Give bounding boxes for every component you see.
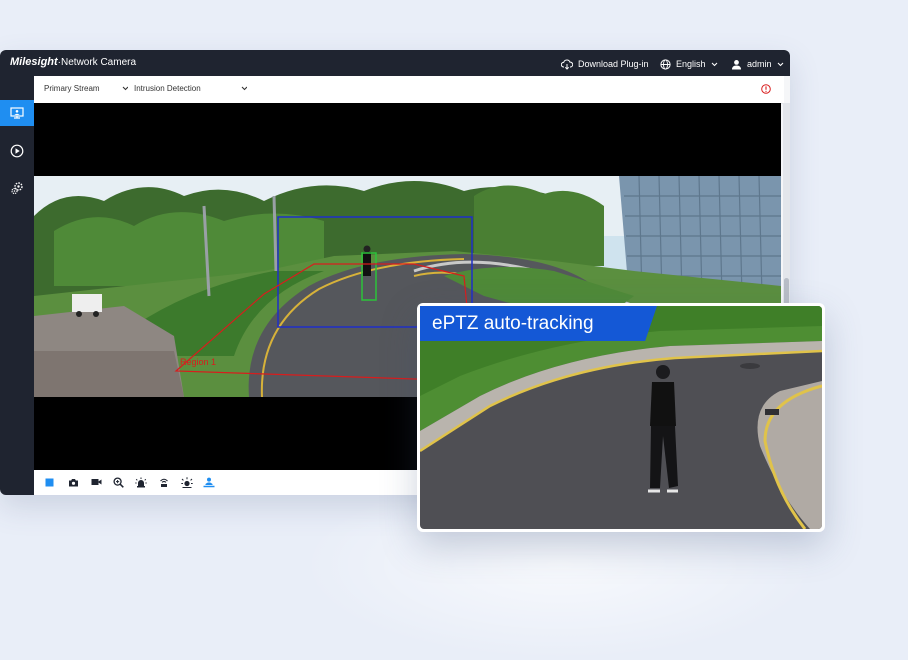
download-plugin-button[interactable]: Download Plug-in	[561, 57, 649, 71]
view-toolbar: Primary Stream Intrusion Detection	[34, 76, 784, 104]
zoom-button[interactable]	[111, 475, 125, 489]
chevron-down-icon	[711, 62, 717, 66]
stream-select[interactable]: Primary Stream	[44, 84, 128, 93]
sidebar-item-playback[interactable]	[0, 138, 34, 164]
brand-logo: Milesight	[10, 56, 58, 68]
stop-button[interactable]	[42, 475, 56, 489]
light-icon	[181, 476, 193, 488]
ir-light-icon	[160, 478, 168, 487]
language-label: English	[676, 59, 706, 69]
stream-select-value: Primary Stream	[44, 84, 100, 93]
detection-select-value: Intrusion Detection	[134, 84, 201, 93]
sidebar	[0, 76, 34, 495]
user-menu[interactable]: admin	[731, 57, 784, 71]
record-button[interactable]	[89, 475, 103, 489]
language-select[interactable]: English	[660, 57, 718, 71]
download-cloud-icon	[561, 58, 573, 70]
brand: Milesight·Network Camera	[10, 56, 136, 70]
monitor-icon	[10, 107, 24, 119]
stop-icon	[45, 478, 53, 486]
alarm-light-icon	[135, 477, 147, 487]
alert-icon[interactable]	[761, 84, 771, 94]
sidebar-item-settings[interactable]	[0, 175, 34, 201]
alarm-button[interactable]	[134, 475, 148, 489]
snapshot-camera-icon	[68, 478, 78, 486]
chevron-down-icon	[777, 62, 783, 66]
record-video-icon	[91, 479, 101, 485]
sidebar-item-live-view[interactable]	[0, 100, 34, 126]
download-label: Download Plug-in	[578, 59, 649, 69]
chevron-down-icon	[122, 86, 128, 90]
user-icon	[732, 59, 741, 69]
light-button[interactable]	[180, 475, 194, 489]
snapshot-button[interactable]	[66, 475, 80, 489]
product-name: ·Network Camera	[57, 57, 137, 68]
chevron-down-icon	[241, 86, 247, 90]
globe-icon	[660, 58, 671, 70]
detection-select[interactable]: Intrusion Detection	[134, 84, 247, 93]
top-bar: Milesight·Network Camera Download Plug-i…	[0, 50, 790, 76]
zoom-icon	[112, 476, 124, 488]
eptz-tracking-inset: ePTZ auto-tracking	[417, 303, 825, 532]
eptz-tag: ePTZ auto-tracking	[420, 306, 657, 341]
region-label: Region 1	[180, 357, 216, 367]
person-tracking-button[interactable]	[202, 475, 216, 489]
user-label: admin	[747, 59, 772, 69]
play-circle-icon	[10, 144, 24, 158]
settings-gear-icon	[11, 182, 23, 195]
ir-light-button[interactable]	[157, 475, 171, 489]
person-tracking-icon	[203, 477, 215, 487]
